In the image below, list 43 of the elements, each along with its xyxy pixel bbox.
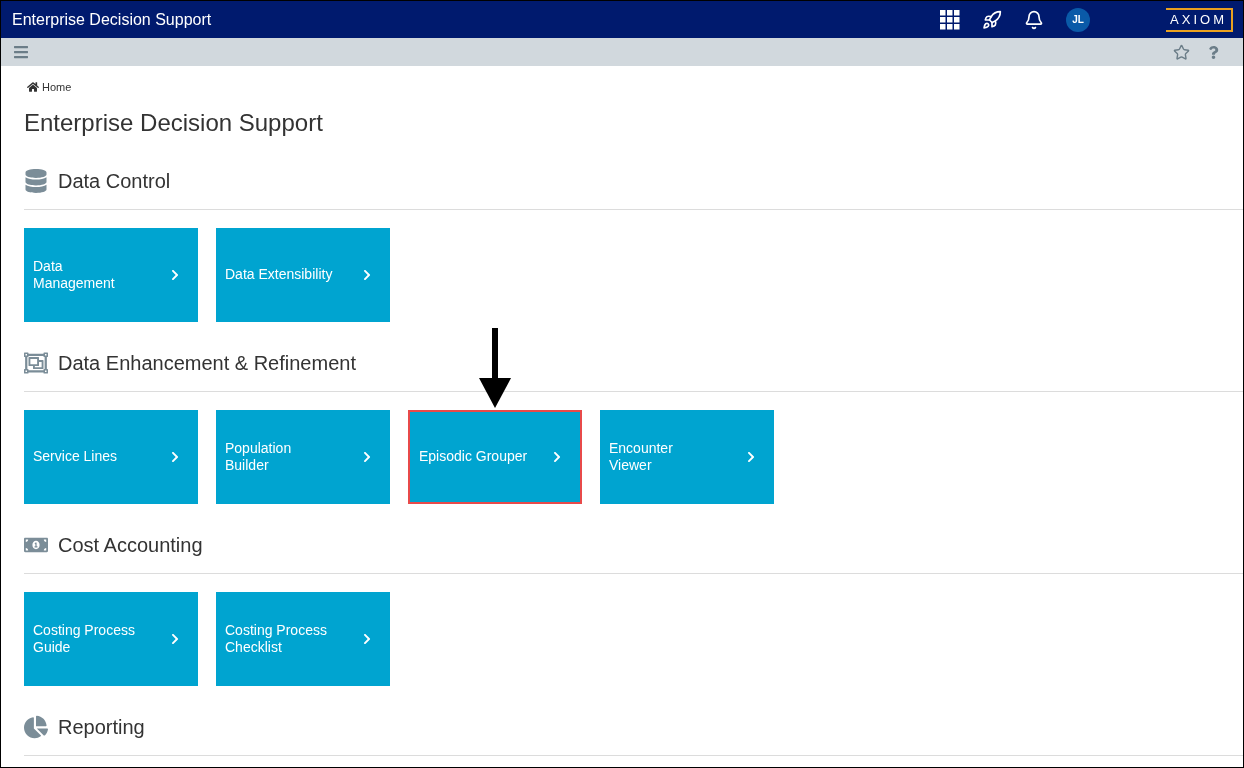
tile-label: Encounter Viewer bbox=[609, 439, 673, 474]
tile-label: Data Management bbox=[33, 257, 115, 292]
database-icon bbox=[24, 169, 48, 193]
star-icon[interactable] bbox=[1173, 43, 1190, 61]
object-group-icon bbox=[24, 351, 48, 375]
chevron-icon bbox=[170, 450, 180, 463]
user-avatar[interactable]: JL bbox=[1066, 7, 1091, 32]
tile-label: Episodic Grouper bbox=[419, 448, 528, 465]
home-icon bbox=[27, 81, 39, 94]
module-tile[interactable]: Service Lines bbox=[24, 409, 198, 504]
menu-icon[interactable] bbox=[13, 44, 29, 60]
module-tile[interactable]: Population Builder bbox=[216, 409, 390, 504]
module-tile[interactable]: Costing Process Guide bbox=[24, 591, 198, 686]
section-heading: Reporting bbox=[58, 715, 145, 740]
section-heading: Data Enhancement & Refinement bbox=[58, 351, 356, 376]
tile-label: Costing Process Checklist bbox=[225, 621, 327, 656]
page-title: Enterprise Decision Support bbox=[24, 107, 324, 138]
module-tile[interactable]: Data Management bbox=[24, 227, 198, 322]
tile-label: Service Lines bbox=[33, 448, 118, 465]
app-title: Enterprise Decision Support bbox=[12, 9, 213, 30]
pie-chart-icon bbox=[24, 715, 48, 739]
chevron-icon bbox=[170, 632, 180, 645]
module-tile[interactable]: Episodic Grouper bbox=[408, 409, 582, 504]
module-tile[interactable]: Encounter Viewer bbox=[600, 409, 774, 504]
tile-label: Data Extensibility bbox=[225, 266, 333, 283]
section-heading: Data Control bbox=[58, 169, 171, 194]
axiom-logo: AXIOM bbox=[1166, 7, 1233, 32]
module-tile[interactable]: Data Extensibility bbox=[216, 227, 390, 322]
rocket-icon[interactable] bbox=[982, 9, 1003, 30]
breadcrumb-link[interactable]: Home bbox=[42, 79, 72, 96]
section-heading: Cost Accounting bbox=[58, 533, 203, 558]
chevron-icon bbox=[170, 268, 180, 281]
chevron-icon bbox=[362, 268, 372, 281]
bell-icon[interactable] bbox=[1024, 9, 1045, 30]
chevron-icon bbox=[362, 450, 372, 463]
tile-label: Costing Process Guide bbox=[33, 621, 135, 656]
chevron-icon bbox=[746, 450, 756, 463]
help-icon[interactable] bbox=[1208, 45, 1219, 59]
chevron-icon bbox=[552, 450, 562, 463]
chevron-icon bbox=[362, 632, 372, 645]
app-grid-icon[interactable] bbox=[940, 9, 961, 30]
tile-label: Population Builder bbox=[225, 439, 292, 474]
module-tile[interactable]: Costing Process Checklist bbox=[216, 591, 390, 686]
